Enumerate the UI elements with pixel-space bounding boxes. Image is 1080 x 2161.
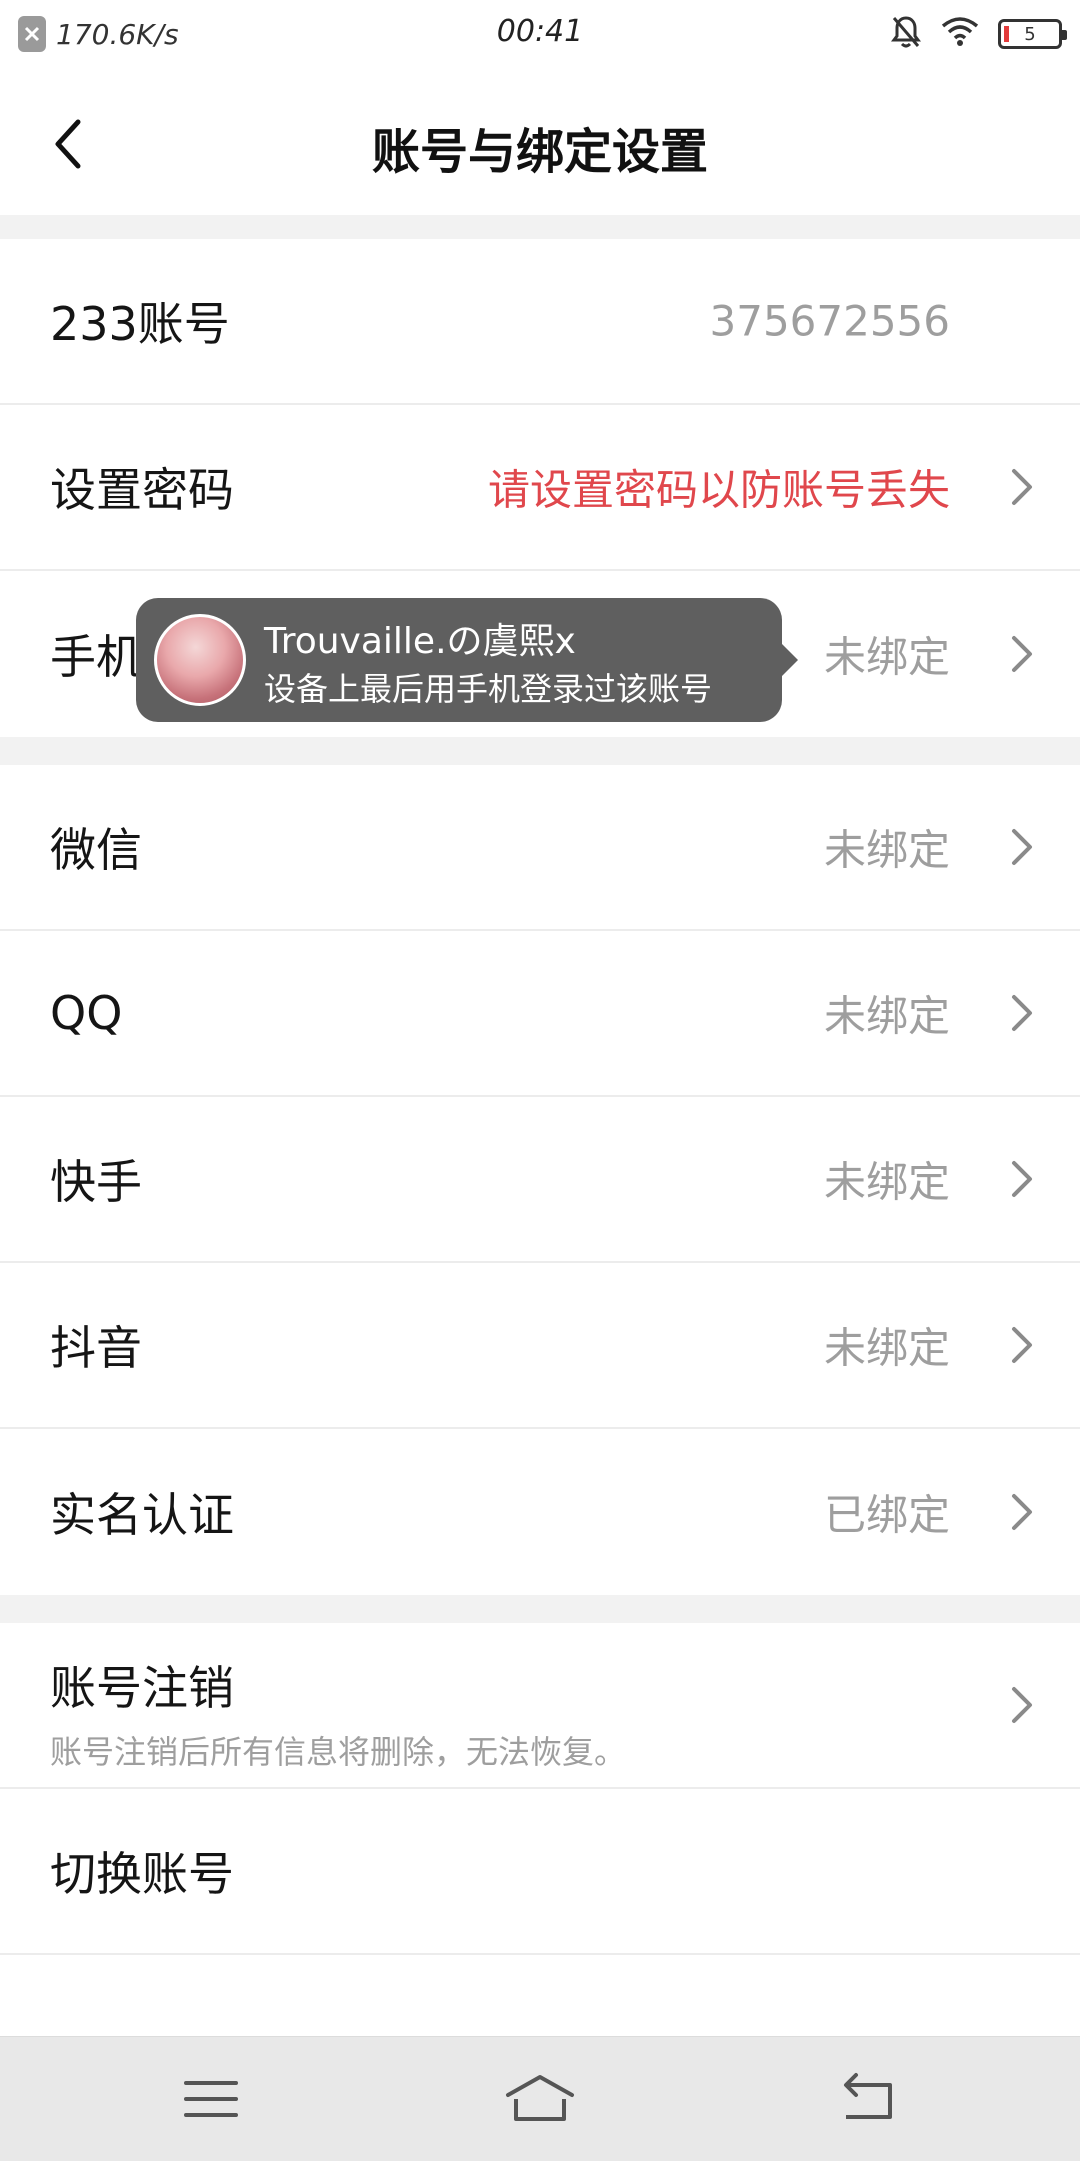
chevron-right-icon <box>1012 1687 1032 1723</box>
chevron-right-icon <box>1012 1327 1032 1363</box>
row-label: 微信 <box>50 823 142 877</box>
group-gap <box>0 737 1080 765</box>
row-label: 手机 <box>50 630 142 684</box>
bind-status: 未绑定 <box>823 1157 950 1207</box>
tooltip-description: 设备上最后用手机登录过该账号 <box>264 670 713 708</box>
battery-icon: 5 <box>998 19 1067 49</box>
bind-status: 未绑定 <box>823 1323 950 1373</box>
row-subtitle: 账号注销后所有信息将删除，无法恢复。 <box>50 1733 627 1771</box>
tooltip-username: Trouvaille.の虞熙x <box>264 621 576 662</box>
row-real-name[interactable]: 实名认证 已绑定 <box>0 1429 1080 1595</box>
back-icon <box>844 2073 892 2119</box>
row-label: 233账号 <box>50 297 230 351</box>
chevron-right-icon <box>1012 995 1032 1031</box>
battery-level: 5 <box>1024 23 1036 45</box>
row-switch-account[interactable]: 切换账号 <box>0 1789 1080 1955</box>
bind-status: 已绑定 <box>823 1490 950 1540</box>
row-wechat[interactable]: 微信 未绑定 <box>0 765 1080 931</box>
bind-status: 未绑定 <box>823 825 950 875</box>
status-bar: 170.6K/s 00:41 5 <box>0 0 1080 70</box>
avatar <box>154 614 246 706</box>
row-qq[interactable]: QQ 未绑定 <box>0 931 1080 1097</box>
chevron-right-icon <box>1012 1494 1032 1530</box>
row-douyin[interactable]: 抖音 未绑定 <box>0 1263 1080 1429</box>
group-gap <box>0 215 1080 239</box>
row-label: 设置密码 <box>50 463 234 517</box>
chevron-right-icon <box>1012 1161 1032 1197</box>
row-kuaishou[interactable]: 快手 未绑定 <box>0 1097 1080 1263</box>
menu-button[interactable] <box>172 2071 252 2127</box>
row-label: 抖音 <box>50 1321 142 1375</box>
home-icon <box>506 2075 574 2121</box>
system-nav-bar <box>0 2036 1080 2161</box>
chevron-right-icon <box>1012 469 1032 505</box>
page-title: 账号与绑定设置 <box>371 124 708 180</box>
row-set-password[interactable]: 设置密码 请设置密码以防账号丢失 <box>0 405 1080 571</box>
row-label: 实名认证 <box>50 1488 234 1542</box>
chevron-right-icon <box>1012 636 1032 672</box>
bind-status: 未绑定 <box>823 632 950 682</box>
back-nav-button[interactable] <box>828 2071 908 2127</box>
bind-status: 未绑定 <box>823 991 950 1041</box>
password-hint: 请设置密码以防账号丢失 <box>487 465 950 515</box>
row-label: QQ <box>50 986 123 1040</box>
account-id-value: 375672556 <box>709 296 951 346</box>
chevron-right-icon <box>1012 829 1032 865</box>
home-button[interactable] <box>500 2071 580 2127</box>
status-right: 5 <box>890 14 1067 54</box>
header: 账号与绑定设置 <box>0 70 1080 217</box>
row-label: 切换账号 <box>50 1847 234 1901</box>
menu-icon <box>184 2081 238 2117</box>
group-gap <box>0 1595 1080 1623</box>
row-account-id: 233账号 375672556 <box>0 239 1080 405</box>
wifi-icon <box>940 16 980 52</box>
row-cancel-account[interactable]: 账号注销 账号注销后所有信息将删除，无法恢复。 <box>0 1623 1080 1789</box>
row-partial[interactable] <box>0 1955 1080 2036</box>
row-label: 账号注销 <box>50 1661 234 1715</box>
row-label: 快手 <box>50 1155 142 1209</box>
mute-bell-icon <box>890 14 922 54</box>
last-login-tooltip: Trouvaille.の虞熙x 设备上最后用手机登录过该账号 <box>136 598 798 722</box>
